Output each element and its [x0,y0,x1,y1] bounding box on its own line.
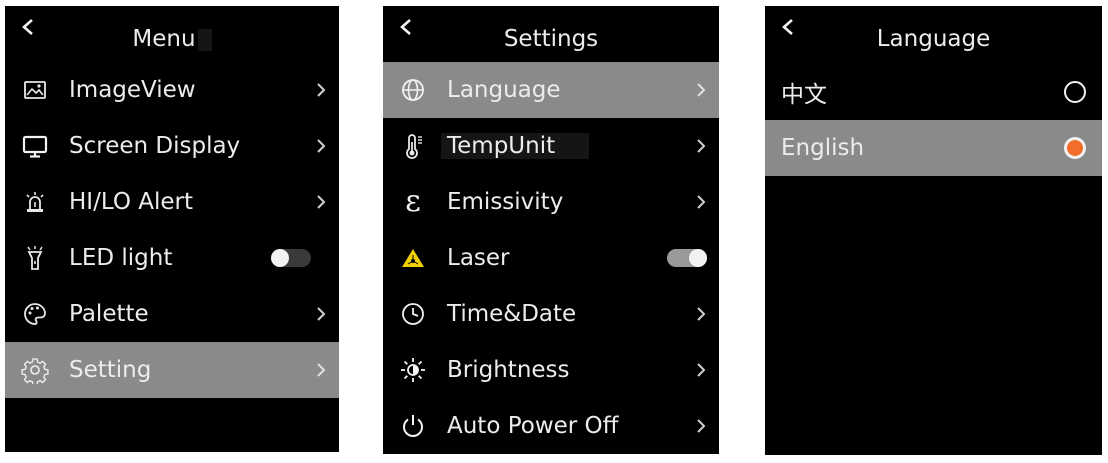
led-light-toggle[interactable] [271,249,311,267]
chevron-right-icon [315,305,327,323]
radio-dot [1067,140,1083,156]
page-title: Menu [5,26,339,52]
page-title: Settings [503,26,599,52]
language-option-label: English [781,135,865,161]
menu-item-setting[interactable]: Setting [5,342,339,398]
image-icon [21,76,49,104]
settings-item-label: Emissivity [447,189,564,215]
flashlight-icon [21,244,49,272]
settings-item-label: Language [447,77,561,103]
menu-item-label: HI/LO Alert [69,189,193,215]
chevron-right-icon [315,81,327,99]
palette-icon [21,300,49,328]
menu-item-screen-display[interactable]: Screen Display [5,118,339,174]
chevron-right-icon [695,81,707,99]
settings-item-label: Brightness [447,357,570,383]
menu-item-label: Screen Display [69,133,241,159]
settings-item-emissivity[interactable]: ε Emissivity [383,174,719,230]
chevron-right-icon [695,361,707,379]
menu-item-label: Palette [69,301,149,327]
chevron-right-icon [695,137,707,155]
chevron-right-icon [315,361,327,379]
menu-item-label: LED light [69,245,173,271]
laser-toggle[interactable] [667,249,707,267]
monitor-icon [21,132,49,160]
settings-item-time-date[interactable]: Time&Date [383,286,719,342]
settings-item-laser[interactable]: Laser [383,230,719,286]
toggle-knob [271,249,289,267]
brightness-icon [399,356,427,384]
settings-item-label: Laser [447,245,510,271]
toggle-knob [689,249,707,267]
chevron-right-icon [695,193,707,211]
settings-screen: Settings Language TempUnit ε Emissivity … [383,6,719,454]
menu-item-palette[interactable]: Palette [5,286,339,342]
chevron-right-icon [315,193,327,211]
settings-item-label: Auto Power Off [447,413,619,439]
settings-item-language[interactable]: Language [383,62,719,118]
language-screen: Language 中文 English [765,6,1102,455]
menu-item-imageview[interactable]: ImageView [5,62,339,118]
epsilon-icon: ε [405,184,421,219]
menu-screen: Menu ImageView Screen Display HI/LO Aler… [5,6,339,452]
language-option-label: 中文 [781,82,827,108]
chevron-right-icon [695,305,707,323]
laser-warning-icon [399,244,427,272]
settings-item-brightness[interactable]: Brightness [383,342,719,398]
menu-item-label: Setting [69,357,152,383]
menu-item-led-light[interactable]: LED light [5,230,339,286]
gear-icon [21,356,49,384]
language-option-chinese[interactable]: 中文 [765,64,1102,120]
settings-item-label: TempUnit [441,133,590,159]
settings-item-auto-power-off[interactable]: Auto Power Off [383,398,719,454]
settings-item-tempunit[interactable]: TempUnit [383,118,719,174]
radio-button[interactable] [1064,81,1086,103]
chevron-right-icon [695,417,707,435]
power-icon [399,412,427,440]
clock-icon [399,300,427,328]
language-option-english[interactable]: English [765,120,1102,176]
menu-item-label: ImageView [69,77,196,103]
alarm-light-icon [21,188,49,216]
chevron-right-icon [315,137,327,155]
menu-item-hi-lo-alert[interactable]: HI/LO Alert [5,174,339,230]
thermometer-icon [399,132,427,160]
page-title: Language [876,26,991,52]
settings-item-label: Time&Date [447,301,577,327]
globe-icon [399,76,427,104]
radio-button-selected[interactable] [1064,137,1086,159]
